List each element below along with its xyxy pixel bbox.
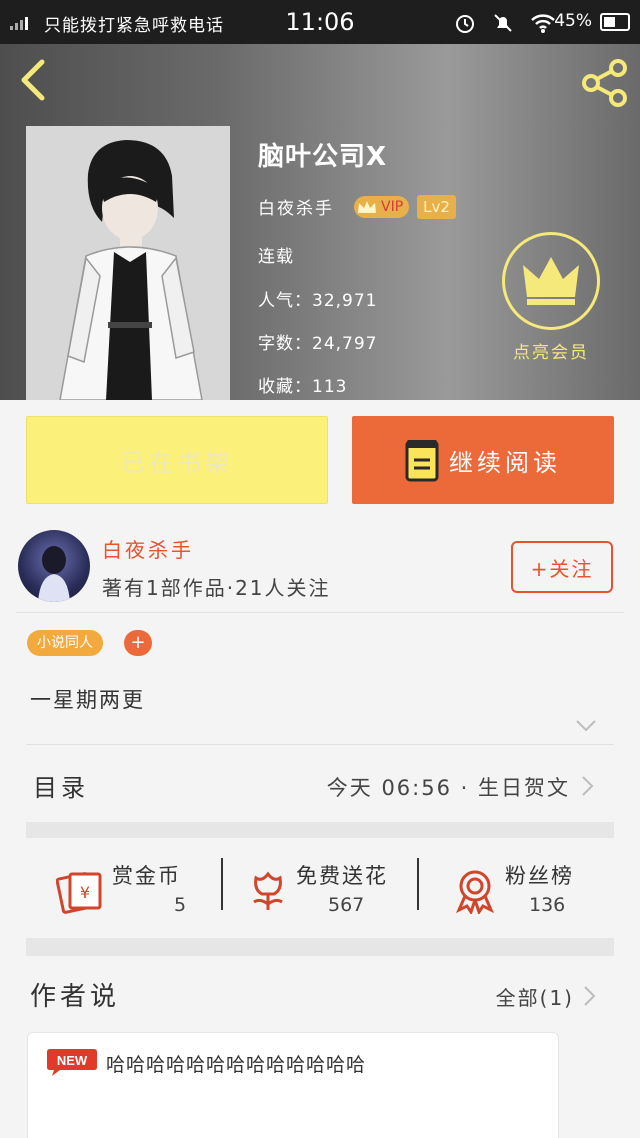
divider — [16, 612, 624, 613]
author-row: 白夜杀手 VIP Lv2 — [258, 194, 456, 219]
author-name[interactable]: 白夜杀手 — [102, 534, 194, 563]
book-author[interactable]: 白夜杀手 — [258, 194, 334, 219]
battery-charging-icon — [600, 13, 630, 31]
continue-reading-label: 继续阅读 — [449, 448, 561, 477]
medal-icon — [456, 870, 494, 914]
stat-value: 136 — [529, 894, 566, 916]
divider — [417, 858, 419, 910]
mute-bell-icon — [494, 14, 512, 32]
favorites-count: 收藏：113 — [258, 377, 348, 397]
author-avatar[interactable] — [18, 530, 90, 602]
status-bar: 只能拨打紧急呼救电话 11:06 45% — [0, 0, 640, 44]
chevron-down-icon[interactable] — [574, 716, 598, 736]
level-badge: Lv2 — [417, 194, 456, 219]
wifi-icon — [531, 14, 555, 33]
stat-value: 567 — [328, 894, 365, 916]
divider — [26, 744, 614, 745]
avatar-image — [38, 546, 70, 602]
stat-label: 赏金币 — [112, 864, 181, 888]
svg-text:NEW: NEW — [57, 1053, 88, 1068]
svg-text:¥: ¥ — [80, 883, 90, 902]
back-button[interactable] — [14, 58, 54, 102]
new-badge: NEW — [47, 1049, 97, 1076]
author-notes-all-link[interactable]: 全部(1) — [496, 982, 574, 1011]
fan-ranking-stat[interactable]: 粉丝榜 136 — [451, 838, 611, 938]
follow-button[interactable]: +关注 — [511, 541, 613, 593]
vip-badge: VIP — [354, 195, 410, 218]
divider — [221, 858, 223, 910]
author-note-text: 哈哈哈哈哈哈哈哈哈哈哈哈哈 — [106, 1054, 367, 1076]
share-icon — [582, 59, 627, 107]
stat-label: 免费送花 — [296, 864, 388, 888]
membership-label[interactable]: 点亮会员 — [490, 338, 612, 363]
membership-button[interactable] — [502, 232, 600, 330]
book-header: 脑叶公司X 白夜杀手 VIP Lv2 连载 人气：32,971 字数：24,79… — [0, 44, 640, 400]
stat-label: 粉丝榜 — [505, 864, 574, 888]
red-envelope-icon: ¥ — [56, 872, 102, 914]
book-info: 脑叶公司X 白夜杀手 VIP Lv2 连载 人气：32,971 字数：24,79… — [258, 136, 456, 397]
vip-label: VIP — [381, 198, 404, 215]
on-shelf-button[interactable]: 已在书架 — [26, 416, 328, 504]
section-spacer — [26, 822, 614, 838]
section-spacer — [26, 938, 614, 956]
stats-row: ¥ 赏金币 5 免费送花 567 粉丝榜 136 — [26, 838, 614, 938]
share-button[interactable] — [580, 58, 630, 108]
serial-status: 连载 — [258, 247, 294, 267]
latest-chapter[interactable]: 今天 06:56 · 生日贺文 — [327, 772, 570, 802]
book-title: 脑叶公司X — [258, 142, 388, 172]
word-count: 字数：24,797 — [258, 334, 378, 354]
author-stats: 著有1部作品·21人关注 — [102, 576, 331, 600]
send-flower-stat[interactable]: 免费送花 567 — [244, 838, 414, 938]
toc-label[interactable]: 目录 — [33, 768, 89, 803]
chevron-right-icon[interactable] — [580, 774, 596, 798]
popularity: 人气：32,971 — [258, 291, 378, 311]
book-cover[interactable] — [26, 126, 230, 400]
chevron-left-icon — [21, 59, 45, 101]
book-description: 一星期两更 — [30, 688, 145, 712]
crown-icon — [523, 257, 579, 305]
tag-fanfiction[interactable]: 小说同人 — [27, 630, 103, 656]
author-notes-title: 作者说 — [30, 982, 121, 1012]
author-note-card[interactable]: NEW 哈哈哈哈哈哈哈哈哈哈哈哈哈 — [27, 1032, 559, 1138]
add-tag-button[interactable]: + — [124, 630, 152, 656]
battery-percent: 45% — [554, 11, 592, 31]
continue-reading-button[interactable]: 继续阅读 — [352, 416, 614, 504]
flower-icon — [253, 871, 283, 910]
chevron-right-icon[interactable] — [582, 984, 598, 1008]
reward-coins-stat[interactable]: ¥ 赏金币 5 — [56, 838, 226, 938]
alarm-icon — [456, 15, 474, 33]
cover-illustration — [59, 140, 203, 400]
stat-value: 5 — [174, 894, 187, 916]
crown-icon — [358, 200, 376, 213]
book-icon — [405, 440, 439, 482]
